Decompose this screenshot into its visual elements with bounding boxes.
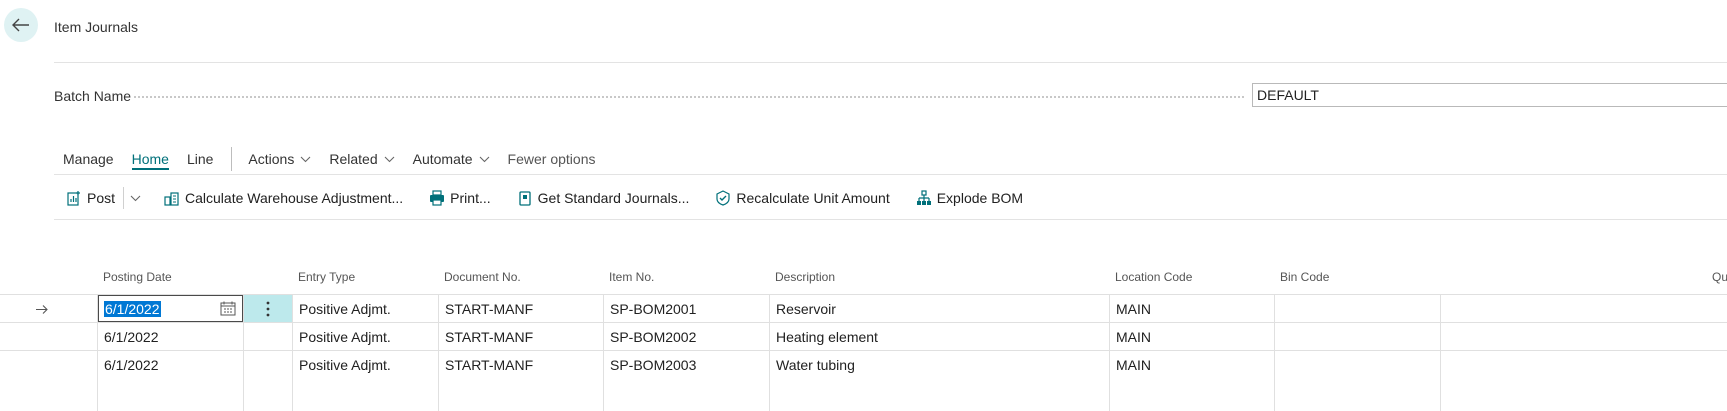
menu-line[interactable]: Line bbox=[187, 151, 213, 167]
hierarchy-icon bbox=[916, 190, 931, 205]
grid-line bbox=[0, 350, 1727, 351]
toolbar-split-divider bbox=[123, 187, 125, 209]
cell-posting-date[interactable]: 6/1/2022 bbox=[104, 357, 159, 373]
col-header-location-code[interactable]: Location Code bbox=[1115, 270, 1192, 284]
menu-automate-label: Automate bbox=[412, 151, 473, 167]
back-button[interactable] bbox=[4, 8, 38, 42]
get-standard-journals-label: Get Standard Journals... bbox=[537, 190, 690, 206]
grid-line bbox=[0, 322, 1727, 323]
batch-name-label: Batch Name bbox=[54, 88, 132, 104]
col-header-item-no[interactable]: Item No. bbox=[609, 270, 654, 284]
col-header-quantity[interactable]: Qu bbox=[1712, 270, 1727, 284]
chevron-down-icon bbox=[479, 156, 489, 162]
cell-location-code[interactable]: MAIN bbox=[1116, 357, 1151, 373]
cell-posting-date[interactable]: 6/1/2022 bbox=[104, 329, 159, 345]
arrow-left-icon bbox=[12, 18, 29, 32]
col-header-posting-date[interactable]: Posting Date bbox=[103, 270, 172, 284]
print-label: Print... bbox=[450, 190, 491, 206]
menu-manage[interactable]: Manage bbox=[63, 151, 114, 167]
calculate-warehouse-adjustment-button[interactable]: Calculate Warehouse Adjustment... bbox=[164, 190, 403, 206]
grid-column-line bbox=[292, 294, 293, 411]
posting-date-editor[interactable]: 6/1/2022 bbox=[98, 295, 243, 322]
menu-related-label: Related bbox=[329, 151, 378, 167]
action-menu: Manage Home Line Actions Related Automat… bbox=[63, 147, 613, 171]
menu-divider bbox=[54, 174, 1727, 175]
cell-entry-type[interactable]: Positive Adjmt. bbox=[299, 301, 391, 317]
cell-item-no[interactable]: SP-BOM2001 bbox=[610, 301, 696, 317]
menu-automate[interactable]: Automate bbox=[413, 151, 490, 167]
printer-icon bbox=[430, 190, 445, 206]
row-actions-button[interactable] bbox=[244, 295, 292, 322]
post-label: Post bbox=[87, 190, 116, 206]
toolbar-divider bbox=[54, 219, 1727, 220]
more-vertical-icon bbox=[266, 301, 270, 316]
post-menu-button[interactable] bbox=[130, 195, 146, 202]
chevron-down-icon bbox=[384, 156, 394, 162]
chevron-down-icon bbox=[130, 195, 141, 201]
col-header-bin-code[interactable]: Bin Code bbox=[1280, 270, 1329, 284]
get-standard-journals-button[interactable]: Get Standard Journals... bbox=[517, 190, 690, 206]
post-button[interactable]: Post bbox=[66, 190, 115, 206]
batch-name-field[interactable]: DEFAULT bbox=[1252, 83, 1727, 107]
calculate-warehouse-adjustment-label: Calculate Warehouse Adjustment... bbox=[185, 190, 404, 206]
col-header-document-no[interactable]: Document No. bbox=[444, 270, 521, 284]
explode-bom-button[interactable]: Explode BOM bbox=[916, 190, 1023, 206]
cell-entry-type[interactable]: Positive Adjmt. bbox=[299, 329, 391, 345]
page-title: Item Journals bbox=[54, 19, 139, 35]
cell-document-no[interactable]: START-MANF bbox=[445, 357, 533, 373]
grid-column-line bbox=[438, 294, 439, 411]
cell-item-no[interactable]: SP-BOM2002 bbox=[610, 329, 696, 345]
cell-location-code[interactable]: MAIN bbox=[1116, 301, 1151, 317]
posting-date-input-value: 6/1/2022 bbox=[104, 301, 161, 317]
recalculate-unit-amount-label: Recalculate Unit Amount bbox=[736, 190, 890, 206]
fewer-options-link[interactable]: Fewer options bbox=[508, 151, 596, 167]
recalculate-icon bbox=[716, 190, 731, 206]
menu-separator bbox=[231, 147, 233, 171]
menu-home[interactable]: Home bbox=[131, 151, 169, 170]
cell-item-no[interactable]: SP-BOM2003 bbox=[610, 357, 696, 373]
cell-document-no[interactable]: START-MANF bbox=[445, 329, 533, 345]
grid-column-line bbox=[1440, 294, 1441, 411]
recalculate-unit-amount-button[interactable]: Recalculate Unit Amount bbox=[715, 190, 890, 206]
field-leader-dots bbox=[134, 96, 1244, 98]
cell-description[interactable]: Heating element bbox=[776, 329, 878, 345]
action-toolbar: Post Calculate Warehouse Adjustment... P… bbox=[66, 186, 1049, 210]
cell-entry-type[interactable]: Positive Adjmt. bbox=[299, 357, 391, 373]
calculate-icon bbox=[164, 192, 179, 206]
journal-icon bbox=[518, 191, 531, 206]
header-divider bbox=[54, 62, 1727, 63]
cell-description[interactable]: Water tubing bbox=[776, 357, 855, 373]
col-header-entry-type[interactable]: Entry Type bbox=[298, 270, 355, 284]
explode-bom-label: Explode BOM bbox=[936, 190, 1024, 206]
cell-description[interactable]: Reservoir bbox=[776, 301, 836, 317]
grid-column-line bbox=[603, 294, 604, 411]
cell-location-code[interactable]: MAIN bbox=[1116, 329, 1151, 345]
post-icon bbox=[67, 191, 80, 206]
current-row-arrow-icon bbox=[36, 302, 49, 318]
grid-column-line bbox=[1109, 294, 1110, 411]
col-header-description[interactable]: Description bbox=[775, 270, 835, 284]
grid-column-line bbox=[769, 294, 770, 411]
chevron-down-icon bbox=[300, 156, 311, 162]
calendar-icon[interactable] bbox=[220, 301, 236, 319]
menu-actions-label: Actions bbox=[248, 151, 295, 167]
menu-related[interactable]: Related bbox=[329, 151, 394, 167]
grid-column-line bbox=[1274, 294, 1275, 411]
print-button[interactable]: Print... bbox=[429, 190, 491, 206]
menu-actions[interactable]: Actions bbox=[248, 151, 311, 167]
cell-document-no[interactable]: START-MANF bbox=[445, 301, 533, 317]
